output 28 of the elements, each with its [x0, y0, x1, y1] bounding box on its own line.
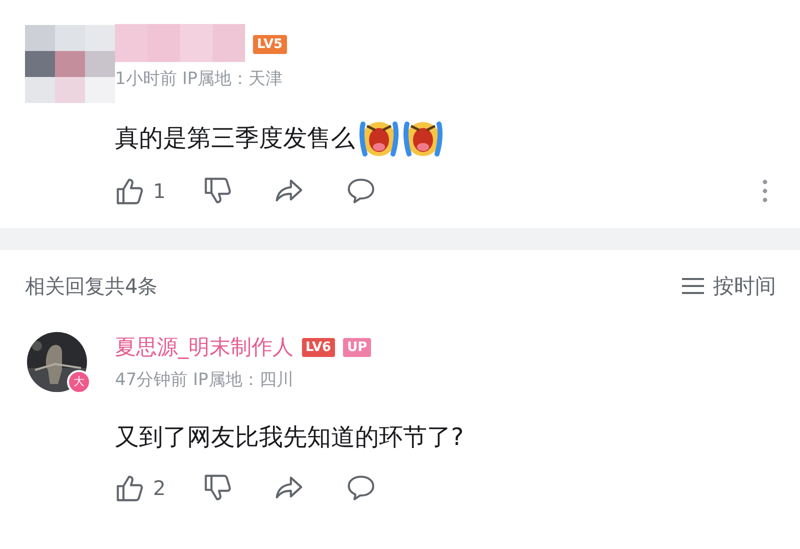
like-count: 1	[153, 179, 167, 203]
up-badge: UP	[343, 338, 372, 356]
reply-count: 相关回复共4条	[25, 272, 158, 300]
thumbs-up-icon	[115, 176, 145, 206]
comment-meta: 1小时前 IP属地：天津	[115, 68, 284, 90]
like-button[interactable]	[115, 176, 145, 206]
like-count: 2	[153, 476, 167, 500]
speech-bubble-icon	[345, 473, 377, 503]
comment-text: 又到了网友比我先知道的环节了?	[115, 422, 464, 453]
comment-meta: 47分钟前 IP属地：四川	[115, 369, 294, 391]
vertical-dots-icon	[762, 179, 768, 203]
sort-button[interactable]: 按时间	[681, 272, 776, 300]
more-options-button[interactable]	[762, 179, 768, 203]
level-badge: LV5	[253, 34, 287, 54]
reply-button[interactable]	[345, 176, 377, 206]
thumbs-down-icon	[203, 473, 233, 503]
comment-text: 真的是第三季度发售么	[115, 123, 355, 154]
thumbs-down-icon	[203, 176, 233, 206]
reply-button[interactable]	[345, 473, 377, 503]
speech-bubble-icon	[345, 176, 377, 206]
menu-lines-icon	[681, 276, 705, 296]
avatar-badge: 大	[67, 370, 91, 394]
level-badge: LV6	[302, 338, 336, 356]
dislike-button[interactable]	[203, 473, 233, 503]
user-name[interactable]: 夏思源_明末制作人	[115, 333, 294, 361]
thumbs-up-icon	[115, 473, 145, 503]
dislike-button[interactable]	[203, 176, 233, 206]
like-button[interactable]	[115, 473, 145, 503]
